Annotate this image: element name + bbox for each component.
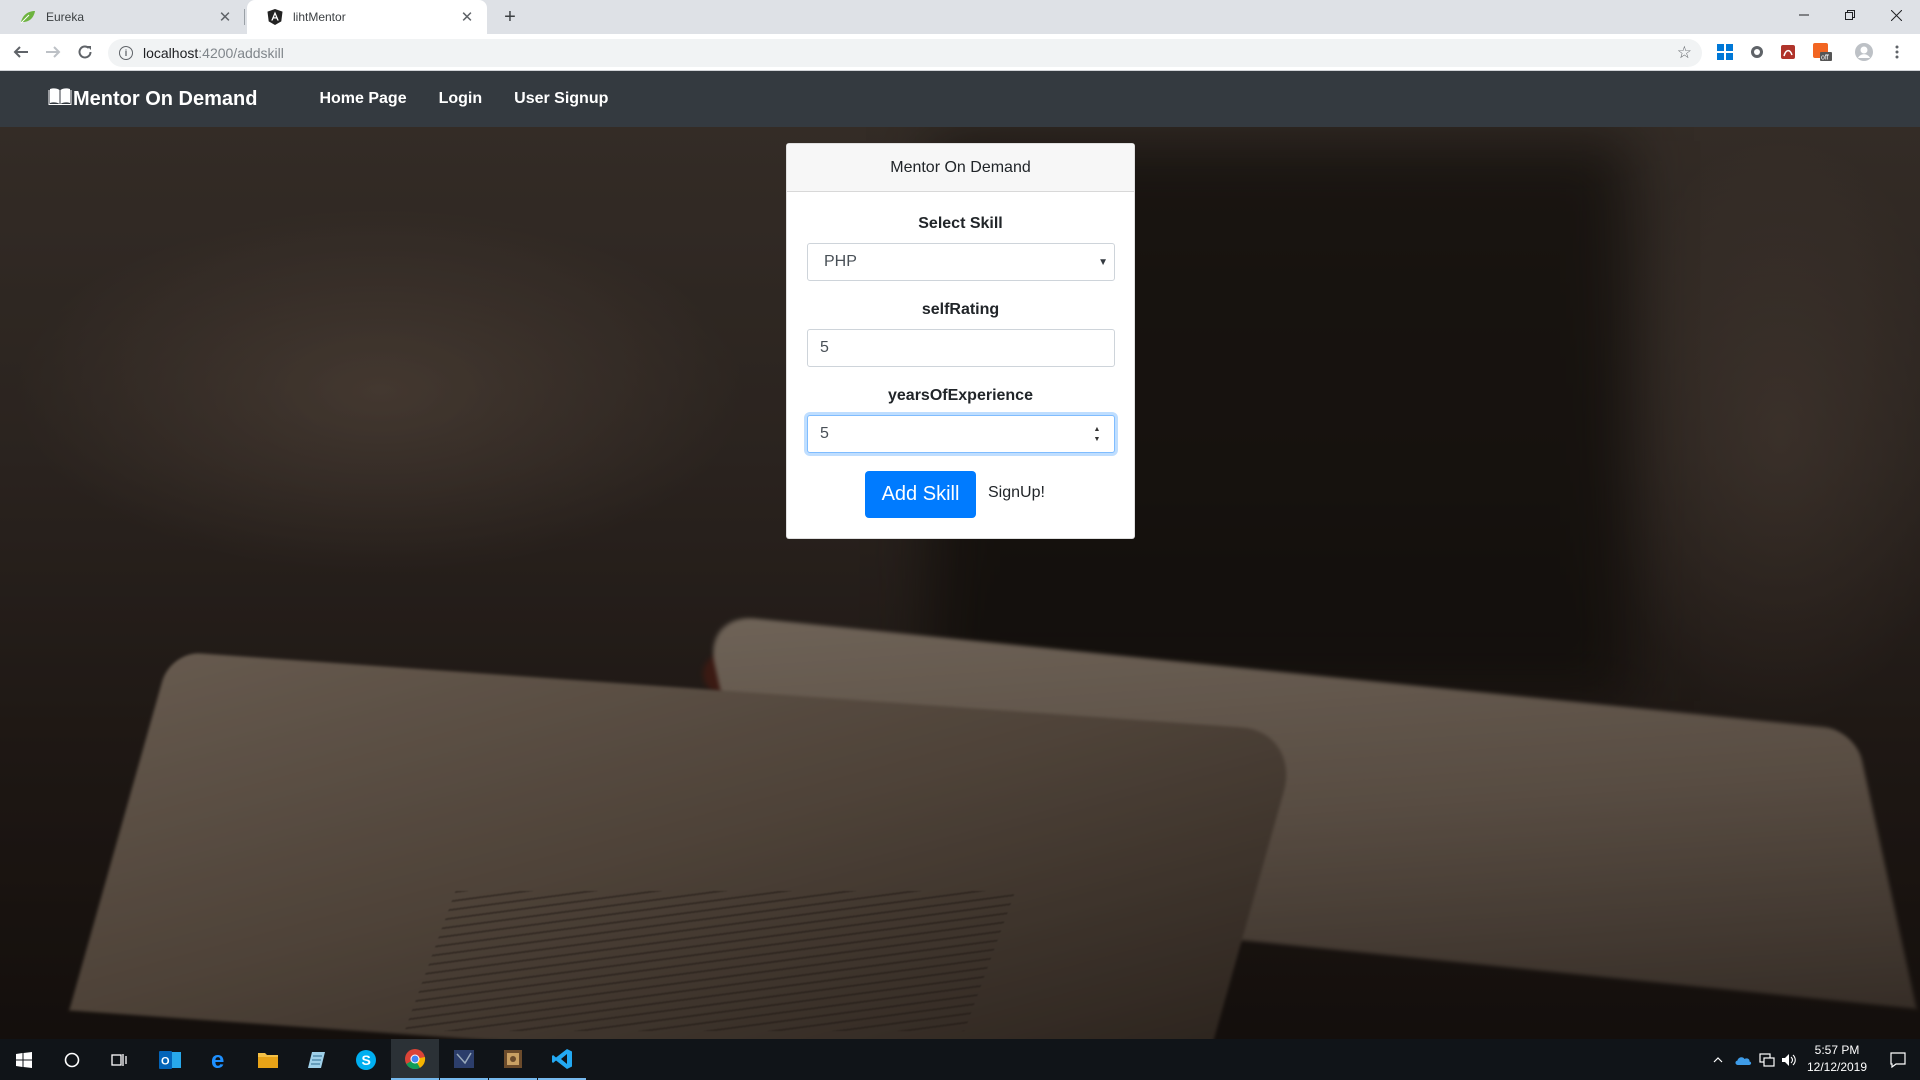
circle-extension-icon[interactable]: [1747, 42, 1767, 62]
book-open-icon: [48, 88, 72, 105]
edge-browser-icon[interactable]: e: [196, 1039, 244, 1080]
svg-text:off: off: [1821, 55, 1829, 62]
restore-icon[interactable]: [1827, 0, 1873, 30]
outlook-icon[interactable]: O: [146, 1039, 194, 1080]
pdf-extension-icon[interactable]: [1778, 42, 1798, 62]
leaf-icon: [20, 9, 36, 25]
forward-arrow-icon[interactable]: [41, 40, 65, 64]
back-arrow-icon[interactable]: [9, 40, 33, 64]
brand[interactable]: Mentor On Demand: [48, 88, 257, 111]
close-window-icon[interactable]: [1873, 0, 1919, 30]
tray-chevron-icon[interactable]: [1708, 1039, 1728, 1080]
url-path: :4200/addskill: [198, 45, 284, 61]
top-navbar: Mentor On Demand Home Page Login User Si…: [0, 71, 1920, 127]
page-background: Mentor On Demand Home Page Login User Si…: [0, 71, 1920, 1039]
years-of-experience-input[interactable]: 5 ▲ ▼: [807, 415, 1115, 453]
onedrive-icon[interactable]: [1732, 1039, 1754, 1080]
clock-date: 12/12/2019: [1806, 1060, 1868, 1074]
skill-select-value: PHP: [824, 253, 857, 270]
self-rating-label: selfRating: [921, 301, 1000, 318]
tab-title: Eureka: [46, 10, 85, 24]
nav-link-home-page[interactable]: Home Page: [319, 90, 406, 108]
volume-icon[interactable]: [1778, 1039, 1800, 1080]
years-of-experience-label: yearsOfExperience: [888, 387, 1033, 404]
years-of-experience-value: 5: [820, 425, 829, 442]
clock-time: 5:57 PM: [1814, 1043, 1860, 1057]
rss-extension-icon[interactable]: off: [1812, 42, 1832, 62]
browser-tab-strip: Eureka ✕ lihtMentor ✕ +: [0, 0, 1920, 34]
skype-icon[interactable]: S: [342, 1039, 390, 1080]
skill-select[interactable]: PHP ▼: [807, 243, 1115, 281]
task-view-icon[interactable]: [96, 1039, 144, 1080]
tab-lihtmentor[interactable]: lihtMentor ✕: [247, 0, 487, 34]
reload-icon[interactable]: [73, 40, 97, 64]
taskbar-clock[interactable]: 5:57 PM 12/12/2019: [1798, 1042, 1876, 1076]
brand-title: Mentor On Demand: [73, 87, 258, 110]
windows-taskbar: O e S 5:57 PM 12/12/2019: [0, 1039, 1920, 1080]
network-icon[interactable]: [1756, 1039, 1778, 1080]
close-tab-icon[interactable]: ✕: [217, 9, 233, 26]
svg-text:e: e: [211, 1049, 224, 1071]
windows-start-icon[interactable]: [0, 1039, 48, 1080]
signup-link[interactable]: SignUp!: [988, 484, 1045, 502]
vscode-icon[interactable]: [538, 1039, 586, 1080]
dropdown-caret-icon: ▼: [1098, 257, 1108, 268]
browser-toolbar: i localhost:4200/addskill ☆ off: [0, 34, 1920, 71]
new-tab-icon[interactable]: +: [498, 5, 522, 29]
svg-text:S: S: [362, 1052, 371, 1068]
chrome-menu-icon[interactable]: [1887, 42, 1907, 62]
info-icon[interactable]: i: [119, 46, 133, 60]
minimize-icon[interactable]: [1781, 0, 1827, 30]
file-explorer-icon[interactable]: [244, 1039, 292, 1080]
self-rating-input[interactable]: 5: [807, 329, 1115, 367]
tab-title: lihtMentor: [293, 10, 346, 24]
card-header: Mentor On Demand: [787, 144, 1134, 192]
sts-ide-icon[interactable]: [489, 1039, 537, 1080]
notepad-app-icon[interactable]: [292, 1039, 340, 1080]
url-host: localhost: [143, 45, 199, 61]
add-skill-button[interactable]: Add Skill: [865, 471, 976, 518]
select-skill-label: Select Skill: [918, 215, 1003, 232]
nav-links: Home Page Login User Signup: [319, 90, 640, 108]
close-tab-icon[interactable]: ✕: [459, 9, 475, 26]
search-circle-icon[interactable]: [48, 1039, 96, 1080]
angular-icon: [267, 9, 283, 25]
add-skill-card: Mentor On Demand Select Skill PHP ▼ self…: [786, 143, 1135, 539]
nav-link-login[interactable]: Login: [439, 90, 483, 108]
windows-extension-icon[interactable]: [1715, 42, 1735, 62]
number-spinner-icon[interactable]: ▲ ▼: [1092, 426, 1102, 444]
tab-eureka[interactable]: Eureka ✕: [0, 0, 245, 34]
address-bar[interactable]: i localhost:4200/addskill ☆: [108, 39, 1702, 67]
eclipse-ide-icon[interactable]: [440, 1039, 488, 1080]
nav-link-user-signup[interactable]: User Signup: [514, 90, 608, 108]
profile-avatar-icon[interactable]: [1854, 42, 1874, 62]
action-center-icon[interactable]: [1876, 1039, 1920, 1080]
bookmark-star-icon[interactable]: ☆: [1677, 43, 1692, 63]
svg-text:O: O: [161, 1055, 170, 1067]
self-rating-value: 5: [820, 339, 829, 356]
chrome-taskbar-icon[interactable]: [391, 1039, 439, 1080]
